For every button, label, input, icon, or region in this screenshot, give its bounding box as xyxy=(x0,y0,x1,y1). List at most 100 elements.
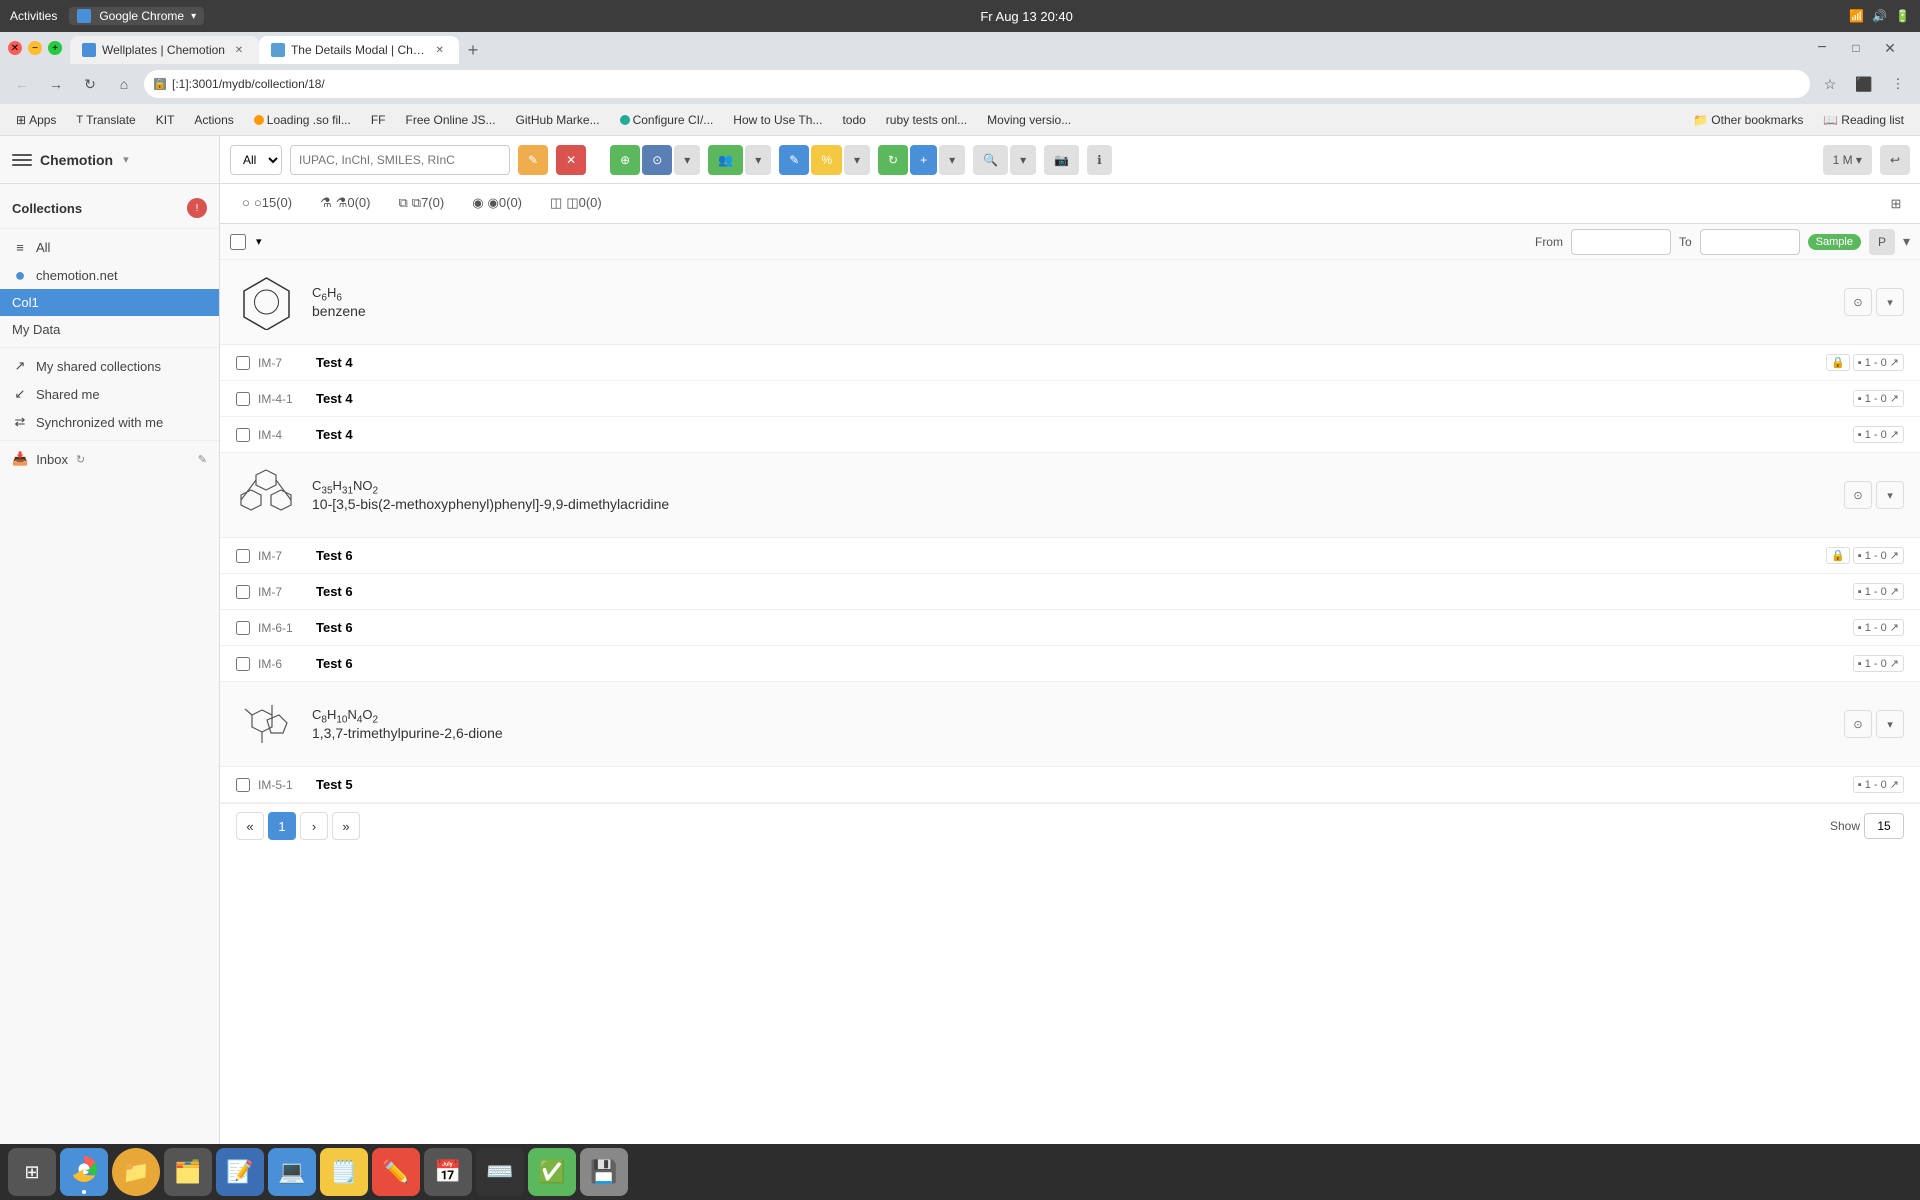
benzene-collapse-icon[interactable]: ⊙ xyxy=(1844,288,1872,316)
chrome-close-btn[interactable]: ✕ xyxy=(1876,34,1904,62)
item-action-count-5[interactable]: ▪ 1 - 0 ↗ xyxy=(1853,583,1904,600)
chrome-extensions-icon[interactable]: ⬛ xyxy=(1850,70,1878,98)
sidebar-item-chemotion[interactable]: ● chemotion.net xyxy=(0,261,219,289)
filter-chevron-icon[interactable]: ▾ xyxy=(1903,233,1910,250)
info-button[interactable]: ℹ xyxy=(1087,145,1112,175)
tab-close-wellplates[interactable]: ✕ xyxy=(231,42,247,58)
taskbar-editor-button[interactable]: ✏️ xyxy=(372,1148,420,1196)
bookmark-actions[interactable]: Actions xyxy=(186,111,241,129)
sync-more-button[interactable]: ▾ xyxy=(939,145,965,175)
item-checkbox-1[interactable] xyxy=(236,356,250,370)
bookmark-apps[interactable]: ⊞ Apps xyxy=(8,111,64,129)
bookmark-free-js[interactable]: Free Online JS... xyxy=(398,111,504,129)
bookmark-ruby[interactable]: ruby tests onl... xyxy=(878,111,975,129)
forward-button[interactable]: → xyxy=(42,70,70,98)
bookmark-reading-list[interactable]: 📖 Reading list xyxy=(1815,111,1912,129)
edit-more-button[interactable]: ▾ xyxy=(844,145,870,175)
sidebar-item-inbox[interactable]: 📥 Inbox ↻ ✎ xyxy=(0,445,219,473)
tab-wellplates[interactable]: Wellplates | Chemotion ✕ xyxy=(70,36,259,64)
tab-reactions[interactable]: ⚗ ⚗0(0) xyxy=(308,189,382,219)
back-button[interactable]: ← xyxy=(8,70,36,98)
item-action-count-1[interactable]: ▪ 1 - 0 ↗ xyxy=(1853,354,1904,371)
sidebar-item-synchronized[interactable]: ⇄ Synchronized with me xyxy=(0,408,219,436)
user-button[interactable]: 1 M ▾ xyxy=(1823,145,1872,175)
sidebar-item-all[interactable]: ≡ All xyxy=(0,233,219,261)
pagination-page-1-button[interactable]: 1 xyxy=(268,812,296,840)
item-checkbox-4[interactable] xyxy=(236,549,250,563)
taskbar-writer-button[interactable]: 📝 xyxy=(216,1148,264,1196)
bookmark-todo[interactable]: todo xyxy=(834,111,873,129)
item-action-count-3[interactable]: ▪ 1 - 0 ↗ xyxy=(1853,426,1904,443)
users-more-button[interactable]: ▾ xyxy=(745,145,771,175)
benzene-expand-icon[interactable]: ▾ xyxy=(1876,288,1904,316)
item-action-count-8[interactable]: ▪ 1 - 0 ↗ xyxy=(1853,776,1904,793)
bookmark-how-to[interactable]: How to Use Th... xyxy=(725,111,830,129)
tab-screens[interactable]: ◉ ◉0(0) xyxy=(460,189,534,219)
bookmark-moving[interactable]: Moving versio... xyxy=(979,111,1079,129)
item-action-lock-4[interactable]: 🔒 xyxy=(1826,547,1850,564)
tab-wellplates[interactable]: ⧉ ⧉7(0) xyxy=(387,189,457,219)
minimize-button[interactable]: − xyxy=(28,41,42,55)
item-action-count-6[interactable]: ▪ 1 - 0 ↗ xyxy=(1853,619,1904,636)
taskbar-notes-button[interactable]: 🗒️ xyxy=(320,1148,368,1196)
select-all-chevron[interactable]: ▾ xyxy=(256,235,262,248)
caffeine-collapse-icon[interactable]: ⊙ xyxy=(1844,710,1872,738)
bookmark-github[interactable]: GitHub Marke... xyxy=(508,111,608,129)
users-button[interactable]: 👥 xyxy=(708,145,743,175)
address-bar[interactable]: 🔒 [:1]:3001/mydb/collection/18/ xyxy=(144,70,1810,98)
pagination-next-button[interactable]: › xyxy=(300,812,328,840)
bookmark-star-icon[interactable]: ☆ xyxy=(1816,70,1844,98)
item-checkbox-6[interactable] xyxy=(236,621,250,635)
pagination-first-button[interactable]: « xyxy=(236,812,264,840)
bookmark-loading[interactable]: Loading .so fil... xyxy=(246,111,359,129)
taskbar-vscode-button[interactable]: 💻 xyxy=(268,1148,316,1196)
reload-button[interactable]: ↻ xyxy=(76,70,104,98)
taskbar-chrome-button[interactable] xyxy=(60,1148,108,1196)
add-small-button[interactable]: + xyxy=(910,145,937,175)
search-input[interactable] xyxy=(290,145,510,175)
item-checkbox-2[interactable] xyxy=(236,392,250,406)
search-view-button[interactable]: 🔍 xyxy=(973,145,1008,175)
hamburger-menu-icon[interactable] xyxy=(12,150,32,170)
tab-close-details[interactable]: ✕ xyxy=(433,42,447,58)
camera-button[interactable]: 📷 xyxy=(1044,145,1079,175)
taskbar-tasks-button[interactable]: ✅ xyxy=(528,1148,576,1196)
search-scope-dropdown[interactable]: All xyxy=(230,145,282,175)
tab-research[interactable]: ◫ ◫0(0) xyxy=(538,189,614,219)
copy-button[interactable]: ⊙ xyxy=(642,145,672,175)
activities-label[interactable]: Activities xyxy=(10,9,57,23)
from-date-input[interactable] xyxy=(1571,229,1671,255)
show-count-input[interactable] xyxy=(1864,813,1904,839)
view-more-button[interactable]: ▾ xyxy=(1010,145,1036,175)
close-button[interactable]: ✕ xyxy=(8,41,22,55)
tab-samples[interactable]: ○ ○15(0) xyxy=(230,189,304,218)
filter-p-button[interactable]: P xyxy=(1869,229,1895,255)
item-checkbox-8[interactable] xyxy=(236,778,250,792)
inbox-edit-icon[interactable]: ✎ xyxy=(198,453,207,466)
item-action-count-7[interactable]: ▪ 1 - 0 ↗ xyxy=(1853,655,1904,672)
bookmark-other[interactable]: 📁 Other bookmarks xyxy=(1685,111,1811,129)
maximize-button[interactable]: + xyxy=(48,41,62,55)
sidebar-item-mydata[interactable]: My Data xyxy=(0,316,219,343)
taskbar-nautilus-button[interactable]: 🗂️ xyxy=(164,1148,212,1196)
taskbar-apps-grid-button[interactable]: ⊞ xyxy=(8,1148,56,1196)
item-action-lock-1[interactable]: 🔒 xyxy=(1826,354,1850,371)
chrome-minimize-btn[interactable]: − xyxy=(1808,34,1836,62)
taskbar-calendar-button[interactable]: 📅 xyxy=(424,1148,472,1196)
logout-button[interactable]: ↩ xyxy=(1880,145,1910,175)
sidebar-item-shared-collections[interactable]: ↗ My shared collections xyxy=(0,352,219,380)
acridine-expand-icon[interactable]: ▾ xyxy=(1876,481,1904,509)
pagination-last-button[interactable]: » xyxy=(332,812,360,840)
bookmark-configure[interactable]: Configure CI/... xyxy=(612,111,722,129)
taskbar-files-button[interactable]: 📁 xyxy=(112,1148,160,1196)
new-tab-button[interactable]: + xyxy=(459,36,487,64)
item-checkbox-7[interactable] xyxy=(236,657,250,671)
home-button[interactable]: ⌂ xyxy=(110,70,138,98)
create-button[interactable]: ⊕ xyxy=(610,145,640,175)
item-action-count-2[interactable]: ▪ 1 - 0 ↗ xyxy=(1853,390,1904,407)
acridine-collapse-icon[interactable]: ⊙ xyxy=(1844,481,1872,509)
tab-details-modal[interactable]: The Details Modal | Chem… ✕ xyxy=(259,36,459,64)
sidebar-item-shared-me[interactable]: ↙ Shared me xyxy=(0,380,219,408)
filter-settings-icon[interactable]: ⊞ xyxy=(1882,190,1910,218)
clear-button[interactable]: ✕ xyxy=(556,145,586,175)
